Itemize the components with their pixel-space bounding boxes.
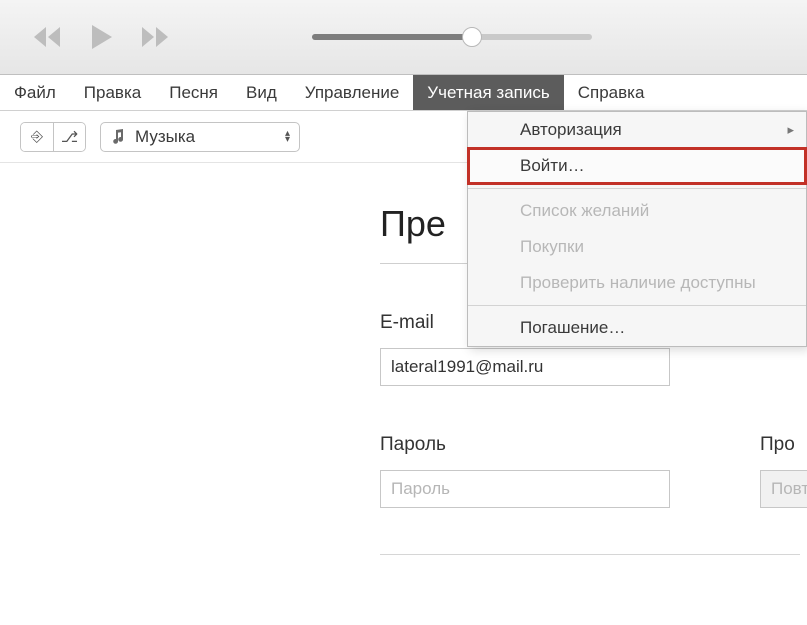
category-select[interactable]: Музыка ▴▾: [100, 122, 300, 152]
progress-thumb-icon[interactable]: [462, 27, 482, 47]
dd-separator: [468, 188, 806, 189]
dd-purchases: Покупки: [468, 229, 806, 265]
menu-account[interactable]: Учетная запись: [413, 75, 563, 110]
confirm-label: Про: [760, 434, 807, 456]
dd-separator: [468, 305, 806, 306]
menu-help[interactable]: Справка: [564, 75, 659, 110]
nav-back-button[interactable]: ⎆: [21, 123, 53, 151]
music-note-icon: [111, 129, 125, 145]
menubar: Файл Правка Песня Вид Управление Учетная…: [0, 75, 807, 111]
menu-controls[interactable]: Управление: [291, 75, 414, 110]
dd-wishlist: Список желаний: [468, 193, 806, 229]
email-field[interactable]: [380, 348, 670, 386]
dd-authorization[interactable]: Авторизация: [468, 112, 806, 148]
progress-slider[interactable]: [312, 34, 777, 40]
menu-view[interactable]: Вид: [232, 75, 291, 110]
dd-sign-in[interactable]: Войти…: [468, 148, 806, 184]
dd-check: Проверить наличие доступны: [468, 265, 806, 301]
nav-forward-button[interactable]: ⎇: [53, 123, 85, 151]
section-divider: [380, 554, 800, 555]
category-label: Музыка: [135, 127, 275, 147]
chevron-updown-icon: ▴▾: [285, 131, 289, 143]
menu-file[interactable]: Файл: [0, 75, 70, 110]
playback-bar: [0, 0, 807, 75]
nav-segment: ⎆ ⎇: [20, 122, 86, 152]
next-track-icon[interactable]: [138, 25, 172, 49]
menu-song[interactable]: Песня: [155, 75, 232, 110]
previous-track-icon[interactable]: [30, 25, 64, 49]
play-icon[interactable]: [86, 22, 116, 52]
confirm-field-group: Про: [760, 434, 807, 508]
password-field[interactable]: [380, 470, 670, 508]
menu-edit[interactable]: Правка: [70, 75, 155, 110]
dd-redeem[interactable]: Погашение…: [468, 310, 806, 346]
password-label: Пароль: [380, 434, 670, 456]
confirm-field[interactable]: [760, 470, 807, 508]
playback-controls: [30, 22, 172, 52]
password-field-group: Пароль: [380, 434, 670, 508]
account-dropdown: Авторизация Войти… Список желаний Покупк…: [467, 111, 807, 347]
